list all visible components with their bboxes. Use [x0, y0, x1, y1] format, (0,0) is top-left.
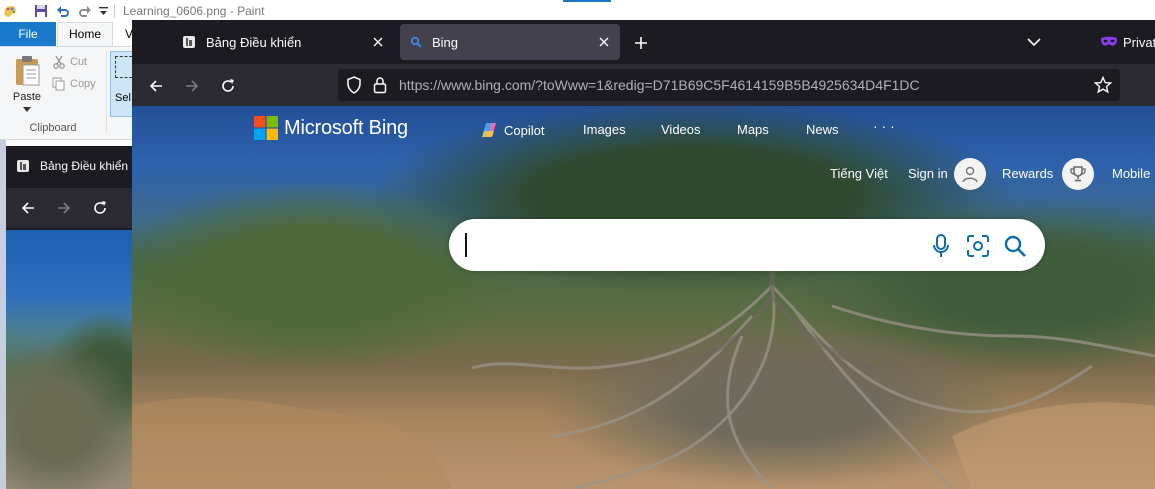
firefox-tab-favicon: [182, 35, 196, 49]
microphone-icon: [932, 234, 950, 258]
forward-button[interactable]: [178, 72, 206, 100]
nav-copilot[interactable]: Copilot: [480, 122, 544, 138]
mobile-link[interactable]: Mobile: [1112, 166, 1150, 181]
undo-icon[interactable]: [56, 3, 70, 19]
close-icon[interactable]: [592, 30, 616, 54]
bing-homepage: Microsoft Bing Copilot Images Videos Map…: [132, 106, 1155, 489]
language-link[interactable]: Tiếng Việt: [830, 166, 888, 181]
redo-icon[interactable]: [78, 3, 92, 19]
microsoft-logo: [254, 116, 278, 140]
search-input[interactable]: [467, 227, 911, 265]
clipboard-group-label: Clipboard: [29, 122, 77, 134]
close-icon[interactable]: [366, 30, 390, 54]
nav-maps[interactable]: Maps: [737, 122, 769, 137]
visual-search-icon: [966, 234, 990, 258]
url-bar[interactable]: https://www.bing.com/?toWww=1&redig=D71B…: [338, 69, 1120, 101]
cut-label: Cut: [70, 56, 88, 68]
nav-copilot-label: Copilot: [504, 122, 545, 138]
copy-label: Copy: [70, 78, 96, 90]
lock-icon[interactable]: [373, 76, 387, 94]
nav-images[interactable]: Images: [583, 122, 626, 137]
back-button[interactable]: [142, 72, 170, 100]
forward-icon: [184, 78, 200, 94]
background-browser-window: Bảng Điều khiển: [6, 146, 132, 489]
tab-bar: Bảng Điều khiển Bing Privat: [132, 20, 1155, 64]
tab-bing[interactable]: Bing: [400, 24, 620, 60]
tab-title: Bing: [432, 34, 459, 50]
star-icon[interactable]: [1094, 76, 1112, 94]
reload-button[interactable]: [214, 72, 242, 100]
cut-icon: [52, 55, 66, 69]
background-browser-tab[interactable]: Bảng Điều khiển: [6, 146, 132, 186]
paint-ribbon-tabs: File Home V: [0, 22, 140, 46]
trophy-icon: [1069, 165, 1087, 183]
divider: [114, 4, 115, 18]
nav-more[interactable]: · · ·: [873, 118, 895, 134]
visual-search-button[interactable]: [964, 232, 992, 260]
reload-icon: [220, 78, 236, 94]
paint-window-title: Learning_0606.png - Paint: [123, 4, 265, 18]
paint-ribbon: Paste Cut Copy Sel Clipboard: [0, 46, 140, 140]
paste-label: Paste: [12, 91, 42, 103]
firefox-window: Bảng Điều khiển Bing Privat https://www.…: [132, 20, 1155, 489]
save-icon[interactable]: [34, 3, 48, 19]
window-accent-bar: [563, 0, 611, 2]
sign-in-link[interactable]: Sign in: [908, 166, 948, 181]
firefox-tab-favicon: [16, 159, 30, 173]
tab-title: Bảng Điều khiển: [206, 34, 302, 50]
quick-access-dropdown-icon[interactable]: [99, 3, 108, 19]
tab-home[interactable]: Home: [57, 22, 113, 46]
select-label: Sel: [115, 92, 131, 104]
forward-icon[interactable]: [56, 200, 72, 216]
bing-header: Microsoft Bing Copilot Images Videos Map…: [132, 106, 1155, 154]
nav-videos[interactable]: Videos: [661, 122, 701, 137]
search-box[interactable]: [449, 219, 1045, 271]
background-tab-title: Bảng Điều khiển: [40, 159, 129, 173]
back-icon: [148, 78, 164, 94]
ribbon-separator: [106, 51, 107, 133]
copilot-icon: [480, 122, 498, 138]
back-icon[interactable]: [20, 200, 36, 216]
private-browsing-indicator: Private: [1100, 30, 1155, 54]
bing-logo[interactable]: Microsoft Bing: [254, 116, 408, 140]
paint-title-bar: Learning_0606.png - Paint: [0, 0, 1155, 22]
chevron-down-icon: [23, 107, 31, 112]
new-tab-button[interactable]: [628, 30, 654, 56]
tab-bang-dieu-khien[interactable]: Bảng Điều khiển: [172, 24, 394, 60]
private-mask-icon: [1100, 35, 1118, 49]
plus-icon: [634, 36, 648, 50]
navigation-toolbar: https://www.bing.com/?toWww=1&redig=D71B…: [132, 64, 1155, 106]
chevron-down-icon: [1027, 38, 1041, 46]
list-all-tabs-button[interactable]: [1022, 30, 1046, 54]
background-browser-toolbar: [6, 188, 132, 228]
paste-button[interactable]: Paste: [8, 53, 46, 117]
copy-icon: [52, 77, 66, 91]
search-icon: [1003, 234, 1027, 258]
nav-news[interactable]: News: [806, 122, 839, 137]
cut-button[interactable]: Cut: [52, 53, 87, 71]
voice-search-button[interactable]: [927, 232, 955, 260]
bing-logo-text: Microsoft Bing: [284, 116, 408, 139]
paint-app-icon[interactable]: [2, 3, 18, 19]
rewards-link[interactable]: Rewards: [1002, 166, 1053, 181]
url-text[interactable]: https://www.bing.com/?toWww=1&redig=D71B…: [399, 77, 920, 93]
rewards-button[interactable]: [1062, 158, 1094, 190]
shield-icon[interactable]: [346, 76, 362, 94]
paste-icon: [14, 55, 42, 87]
private-label: Private: [1123, 34, 1155, 50]
background-page-image: [6, 230, 132, 489]
reload-icon[interactable]: [92, 200, 108, 216]
sign-in-avatar[interactable]: [954, 158, 986, 190]
bing-account-row: Tiếng Việt Sign in Rewards Mobile: [132, 154, 1155, 194]
user-avatar-icon: [961, 165, 979, 183]
copy-button[interactable]: Copy: [52, 75, 96, 93]
search-button[interactable]: [1001, 232, 1029, 260]
bing-search-favicon: [410, 36, 422, 48]
tab-file[interactable]: File: [0, 22, 56, 46]
